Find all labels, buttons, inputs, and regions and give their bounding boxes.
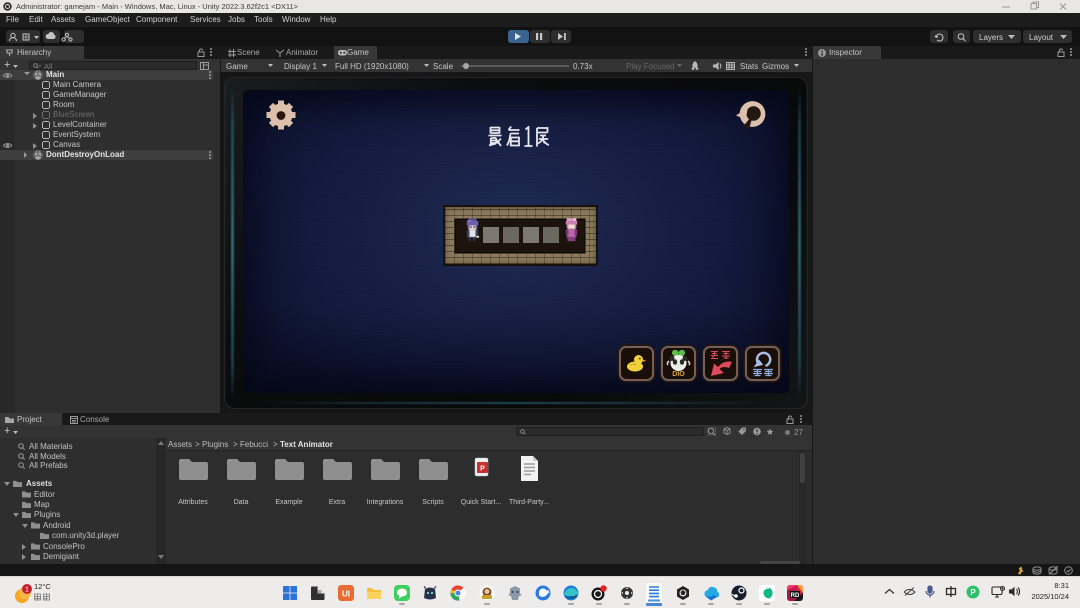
svg-text:1: 1 [25, 587, 29, 594]
svg-text:DIO: DIO [672, 371, 685, 377]
svg-text:RD: RD [791, 593, 800, 599]
svg-text:UI: UI [342, 590, 350, 599]
svg-text:P: P [480, 466, 485, 473]
svg-text:P: P [970, 588, 976, 597]
